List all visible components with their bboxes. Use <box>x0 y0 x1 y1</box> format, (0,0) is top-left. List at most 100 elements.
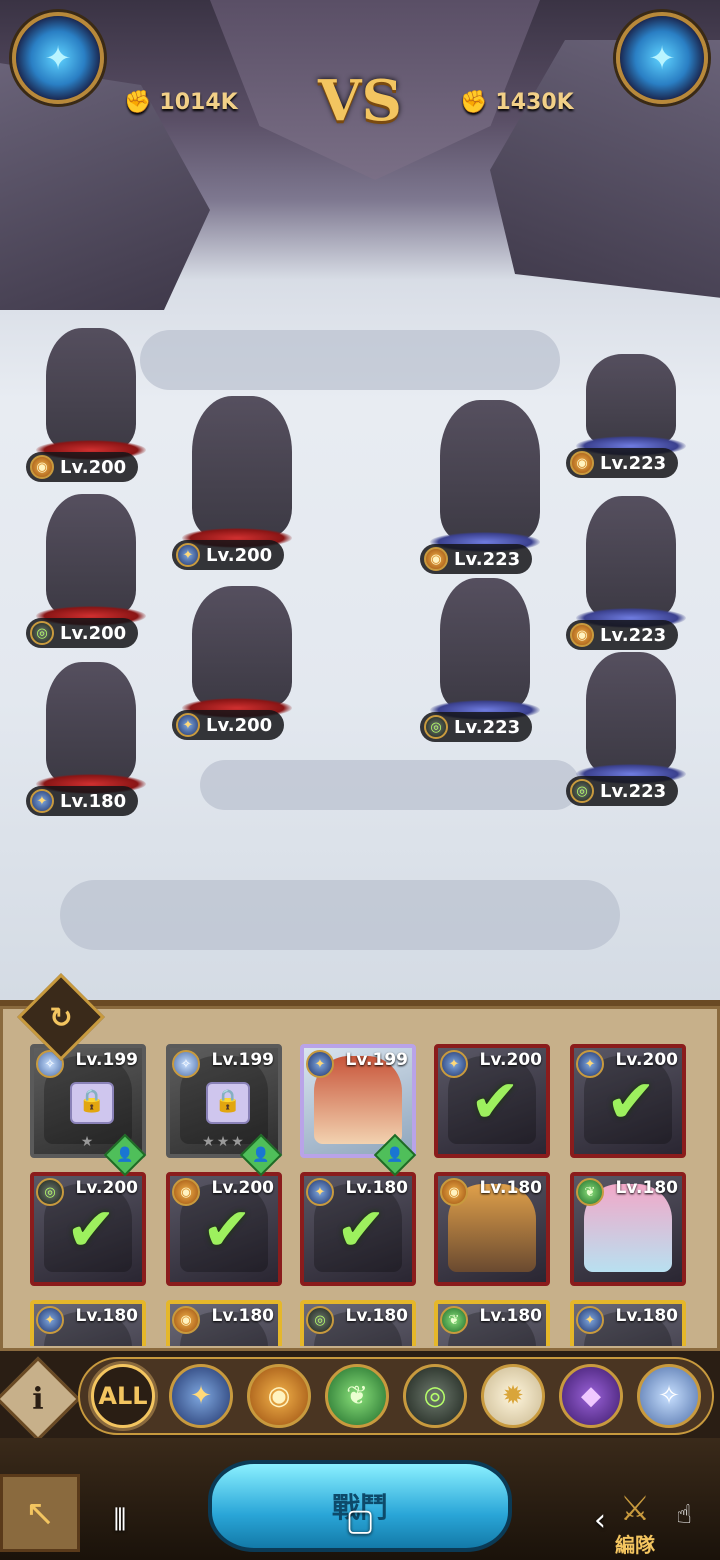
ally-unit[interactable]: ✦ Lv.200 <box>172 390 292 570</box>
recent-apps-icon[interactable]: ⦀ <box>90 1503 150 1538</box>
unit-level-badge: ◎ Lv.223 <box>420 712 533 742</box>
hero-card[interactable]: ◎ Lv.180 <box>300 1300 416 1346</box>
mauler-faction-icon: ◉ <box>570 623 594 647</box>
hero-level: Lv.180 <box>479 1306 542 1326</box>
graveborn-faction-icon: ◎ <box>30 621 54 645</box>
hero-figure <box>46 662 136 782</box>
ice-crack <box>200 760 580 810</box>
hero-level: Lv.199 <box>75 1050 138 1070</box>
filter-celestial-icon[interactable]: ✹ <box>481 1364 545 1428</box>
hero-figure <box>192 586 292 706</box>
hero-level: Lv.199 <box>345 1050 408 1070</box>
lightbearer-faction-icon: ✦ <box>176 713 200 737</box>
lightbearer-faction-icon: ✦ <box>576 1306 604 1334</box>
lightbearer-faction-icon: ✦ <box>30 789 54 813</box>
enemy-guild-emblem[interactable]: ✦ <box>616 12 708 104</box>
unit-level: Lv.180 <box>60 790 127 812</box>
hero-card[interactable]: ◉ Lv.200 ✔ <box>166 1172 282 1286</box>
info-icon: i <box>32 1381 44 1417</box>
fist-icon: ✊ <box>124 89 152 115</box>
unit-level-badge: ✦ Lv.200 <box>172 540 285 570</box>
hero-card[interactable]: ◉ Lv.180 <box>434 1172 550 1286</box>
back-icon[interactable]: ‹ <box>570 1503 630 1538</box>
filter-lightbearer-icon[interactable]: ✦ <box>169 1364 233 1428</box>
hero-level: Lv.180 <box>75 1306 138 1326</box>
hero-card[interactable]: ❦ Lv.180 <box>570 1172 686 1286</box>
unit-level: Lv.200 <box>60 622 127 644</box>
person-icon: 👤 <box>386 1147 404 1163</box>
hero-card[interactable]: ✦ Lv.180 <box>570 1300 686 1346</box>
hero-figure <box>46 328 136 448</box>
unit-level: Lv.223 <box>600 624 667 646</box>
person-icon: 👤 <box>252 1147 270 1163</box>
hero-level: Lv.180 <box>345 1306 408 1326</box>
hero-card[interactable]: ✦ Lv.200 ✔ <box>570 1044 686 1158</box>
player-power-value: 1014K <box>159 89 238 115</box>
enemy-power-value: 1430K <box>495 89 574 115</box>
hero-level: Lv.199 <box>211 1050 274 1070</box>
checkmark-icon: ✔ <box>335 1195 387 1265</box>
filter-graveborn-icon[interactable]: ◎ <box>403 1364 467 1428</box>
ally-unit[interactable]: ✦ Lv.180 <box>26 650 146 816</box>
ally-unit[interactable]: ◎ Lv.200 <box>26 490 146 648</box>
hero-figure <box>586 354 676 444</box>
hero-level: Lv.180 <box>211 1306 274 1326</box>
mauler-faction-icon: ◉ <box>440 1178 468 1206</box>
enemy-power: ✊ 1430K <box>460 86 574 118</box>
checkmark-icon: ✔ <box>469 1067 521 1137</box>
hero-card[interactable]: ◎ Lv.200 ✔ <box>30 1172 146 1286</box>
hero-figure <box>440 578 530 708</box>
unit-level-badge: ◉ Lv.200 <box>26 452 139 482</box>
lightbearer-faction-icon: ✦ <box>36 1306 64 1334</box>
enemy-unit[interactable]: ◎ Lv.223 <box>420 566 540 742</box>
checkmark-icon: ✔ <box>605 1067 657 1137</box>
hero-card[interactable]: ✦ Lv.180 ✔ <box>300 1172 416 1286</box>
hero-figure <box>46 494 136 614</box>
vs-label: VS <box>318 68 402 134</box>
ice-crack <box>60 880 620 950</box>
hero-level: Lv.180 <box>479 1178 542 1198</box>
unit-level: Lv.200 <box>206 544 273 566</box>
refresh-icon: ↻ <box>49 1000 73 1034</box>
graveborn-faction-icon: ◎ <box>570 779 594 803</box>
hero-level: Lv.180 <box>615 1306 678 1326</box>
tap-hand-icon: ☝ <box>676 1500 692 1530</box>
home-icon[interactable]: ▢ <box>330 1503 390 1538</box>
info-button[interactable]: i <box>0 1356 81 1442</box>
filter-all-button[interactable]: ALL <box>91 1364 155 1428</box>
player-guild-emblem[interactable]: ✦ <box>12 12 104 104</box>
faction-filter-bar: i ALL ✦ ◉ ❦ ◎ ✹ ◆ ✧ <box>0 1348 720 1444</box>
unit-level: Lv.223 <box>600 452 667 474</box>
enemy-unit[interactable]: ◎ Lv.223 <box>566 650 686 806</box>
ally-unit[interactable]: ◉ Lv.200 <box>26 328 146 482</box>
faction-filters: ALL ✦ ◉ ❦ ◎ ✹ ◆ ✧ <box>78 1357 714 1435</box>
enemy-unit[interactable]: ◉ Lv.223 <box>420 390 540 574</box>
person-icon: 👤 <box>116 1147 134 1163</box>
mauler-faction-icon: ◉ <box>30 455 54 479</box>
filter-wilder-icon[interactable]: ❦ <box>325 1364 389 1428</box>
filter-dimensional-icon[interactable]: ✧ <box>637 1364 701 1428</box>
hero-figure <box>586 496 676 616</box>
filter-mauler-icon[interactable]: ◉ <box>247 1364 311 1428</box>
graveborn-faction-icon: ◎ <box>424 715 448 739</box>
filter-hypogean-icon[interactable]: ◆ <box>559 1364 623 1428</box>
hero-figure <box>586 652 676 772</box>
unit-level-badge: ◎ Lv.200 <box>26 618 139 648</box>
hero-card[interactable]: ✦ Lv.200 ✔ <box>434 1044 550 1158</box>
ally-unit[interactable]: ✦ Lv.200 <box>172 580 292 740</box>
enemy-unit[interactable]: ◉ Lv.223 <box>566 350 686 478</box>
hero-card[interactable]: ❦ Lv.180 <box>434 1300 550 1346</box>
wilder-faction-icon: ❦ <box>440 1306 468 1334</box>
unit-level: Lv.200 <box>206 714 273 736</box>
player-power: ✊ 1014K <box>124 86 238 118</box>
enemy-unit[interactable]: ◉ Lv.223 <box>566 484 686 650</box>
fist-icon: ✊ <box>460 89 488 115</box>
wilder-faction-icon: ❦ <box>576 1178 604 1206</box>
hero-level: Lv.180 <box>615 1178 678 1198</box>
unit-level-badge: ◎ Lv.223 <box>566 776 679 806</box>
hero-card[interactable]: ✦ Lv.180 <box>30 1300 146 1346</box>
hero-card[interactable]: ◉ Lv.180 <box>166 1300 282 1346</box>
hero-grid: ✧ Lv.199 🔒 ★ 👤 ✧ Lv.199 🔒 ★★★ 👤 ✦ Lv.199… <box>30 1044 710 1346</box>
unit-level: Lv.223 <box>600 780 667 802</box>
battlefield: ✦ ✦ ✊ 1014K VS ✊ 1430K ◉ Lv.200 ✦ Lv.200 ◎… <box>0 0 720 1000</box>
